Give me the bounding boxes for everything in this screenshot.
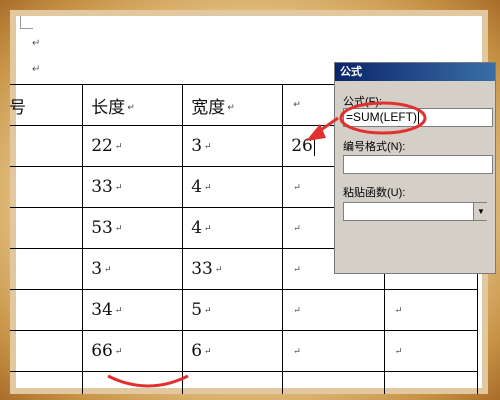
text-cursor (313, 137, 315, 156)
table-cell[interactable]: 33 ↵ (182, 248, 284, 290)
paragraph-mark: ↵ (32, 64, 41, 75)
table-cell[interactable]: 33 ↵ (82, 166, 184, 208)
table-row: 34 ↵ 5 ↵ ↵ ↵ (10, 289, 479, 331)
table-cell[interactable]: ↵ (383, 289, 479, 331)
header-cell-id[interactable]: 号 (10, 84, 84, 126)
formula-dialog: 公式 公式(F): =SUM(LEFT) 编号格式(N): 粘贴函数(U): ▼ (334, 62, 496, 274)
table-cell[interactable] (10, 248, 84, 290)
table-cell[interactable] (10, 166, 84, 208)
table-cell[interactable]: 22 ↵ (82, 125, 184, 167)
table-cell[interactable] (383, 371, 479, 394)
table-cell[interactable]: 6 ↵ (182, 330, 284, 372)
table-cell[interactable] (10, 289, 84, 331)
table-cell[interactable] (10, 371, 84, 394)
table-row: 66 ↵ 6 ↵ ↵ ↵ (10, 330, 479, 372)
table-cell[interactable]: 5 ↵ (182, 289, 284, 331)
table-cell[interactable]: 4 ↵ (182, 166, 284, 208)
number-format-label: 编号格式(N): (343, 141, 406, 153)
table-cell[interactable] (10, 125, 84, 167)
table-cell[interactable] (10, 330, 84, 372)
formula-label: 公式(F): (343, 96, 383, 108)
chevron-down-icon[interactable]: ▼ (473, 203, 488, 220)
page-corner-mark (20, 16, 33, 29)
number-format-combo[interactable] (343, 155, 493, 174)
header-cell-width[interactable]: 宽度 ↵ (182, 84, 284, 126)
paragraph-mark: ↵ (32, 38, 41, 49)
table-cell[interactable]: 3 ↵ (82, 248, 184, 290)
table-cell[interactable]: 34 ↵ (82, 289, 184, 331)
dialog-title-bar[interactable]: 公式 (335, 63, 495, 81)
table-cell[interactable] (282, 371, 385, 394)
table-cell[interactable] (10, 207, 84, 249)
table-cell[interactable]: 53 ↵ (82, 207, 184, 249)
table-row (10, 371, 479, 394)
table-cell[interactable]: 4 ↵ (182, 207, 284, 249)
table-cell[interactable]: 3 ↵ (182, 125, 284, 167)
table-cell[interactable]: ↵ (282, 330, 385, 372)
table-cell[interactable]: ↵ (282, 289, 385, 331)
table-cell[interactable]: 66 ↵ (82, 330, 184, 372)
paste-function-combo[interactable]: ▼ (343, 202, 488, 221)
header-cell-length[interactable]: 长度 ↵ (82, 84, 184, 126)
table-cell[interactable]: ↵ (383, 330, 479, 372)
table-cell[interactable] (182, 371, 284, 394)
table-cell[interactable] (82, 371, 184, 394)
formula-input[interactable]: =SUM(LEFT) (343, 108, 493, 127)
paste-function-label: 粘贴函数(U): (343, 187, 406, 199)
